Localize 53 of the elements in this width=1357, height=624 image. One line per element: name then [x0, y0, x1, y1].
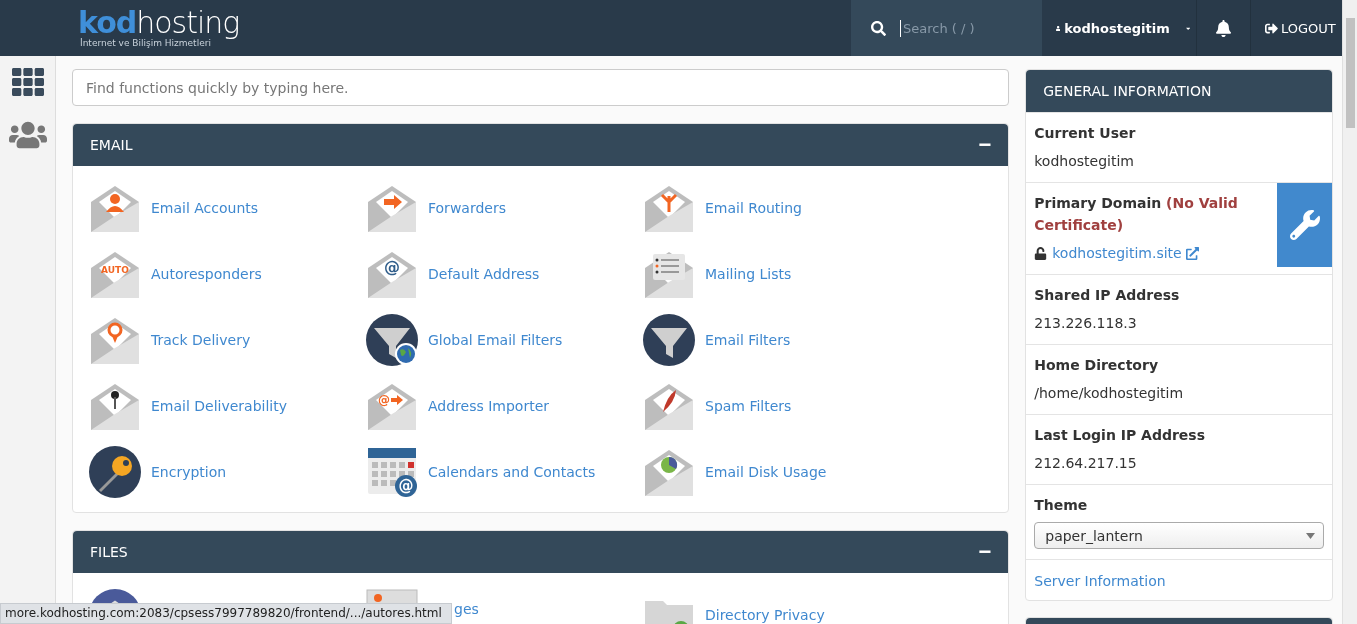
wrench-button[interactable] [1277, 183, 1332, 267]
function-link[interactable]: Address Importer [428, 398, 550, 414]
info-value: 213.226.118.3 [1034, 314, 1138, 333]
image-icon [366, 589, 418, 603]
grid-icon[interactable] [11, 66, 44, 98]
function-link[interactable]: Email Accounts [151, 200, 259, 216]
info-value: /home/kodhostegitim [1034, 384, 1185, 403]
status-bar: more.kodhosting.com:2083/cpsess7997789820/frontend/.../autores.html [0, 603, 452, 624]
external-link-icon[interactable] [1185, 246, 1199, 260]
info-label: Shared IP Address [1034, 286, 1181, 305]
logo[interactable]: kodhosting İnternet ve Bilişim Hizmetleri [78, 0, 851, 56]
function-link[interactable]: Email Disk Usage [705, 464, 827, 480]
function-link[interactable]: Mailing Lists [705, 266, 792, 282]
key-icon [89, 446, 141, 498]
info-label: Theme [1034, 496, 1089, 515]
function-link[interactable]: Email Deliverability [151, 398, 288, 414]
function-link[interactable]: ges [454, 601, 479, 617]
function-link[interactable]: Calendars and Contacts [428, 464, 596, 480]
search-icon [871, 20, 886, 36]
function-link[interactable]: Track Delivery [151, 332, 251, 348]
info-label: Home Directory [1034, 356, 1159, 375]
info-value: kodhostegitim [1034, 152, 1135, 171]
info-value: 212.64.217.15 [1034, 454, 1138, 473]
function-link[interactable]: Email Routing [705, 200, 802, 216]
wrench-icon [1289, 210, 1320, 240]
logout-icon [1265, 21, 1278, 35]
logout-button[interactable]: LOGOUT [1251, 0, 1342, 56]
caret-icon [1306, 532, 1315, 539]
funnel-icon [366, 314, 418, 366]
function-link[interactable]: Global Email Filters [428, 332, 563, 348]
function-search-field[interactable]: Find functions quickly by typing here. [72, 69, 1010, 106]
function-link[interactable]: Forwarders [428, 200, 506, 216]
function-link[interactable]: Default Address [428, 266, 540, 282]
section-title: EMAIL [90, 137, 133, 153]
collapse-button[interactable]: − [978, 134, 992, 156]
collapse-button[interactable]: − [978, 541, 992, 563]
function-link[interactable]: Autoresponders [151, 266, 262, 282]
info-card-title: GENERAL INFORMATION [1043, 83, 1212, 99]
domain-link[interactable]: kodhostegitim.site [1052, 242, 1182, 264]
server-information-link[interactable]: Server Information [1034, 573, 1166, 589]
function-link[interactable]: Directory Privacy [705, 607, 825, 623]
funnel-icon [643, 314, 695, 366]
function-link[interactable]: Spam Filters [705, 398, 792, 414]
theme-select[interactable]: paper_lantern [1034, 522, 1324, 549]
function-link[interactable]: Email Filters [705, 332, 791, 348]
function-link[interactable]: Encryption [151, 464, 227, 480]
bell-icon [1215, 19, 1232, 37]
section-title: FILES [90, 544, 128, 560]
scrollbar[interactable] [1342, 0, 1357, 624]
info-label: Current User [1034, 124, 1137, 143]
info-label: Last Login IP Address [1034, 426, 1206, 445]
info-label: Primary Domain (No Valid Certificate) [1034, 194, 1239, 235]
unlock-icon [1034, 246, 1048, 260]
